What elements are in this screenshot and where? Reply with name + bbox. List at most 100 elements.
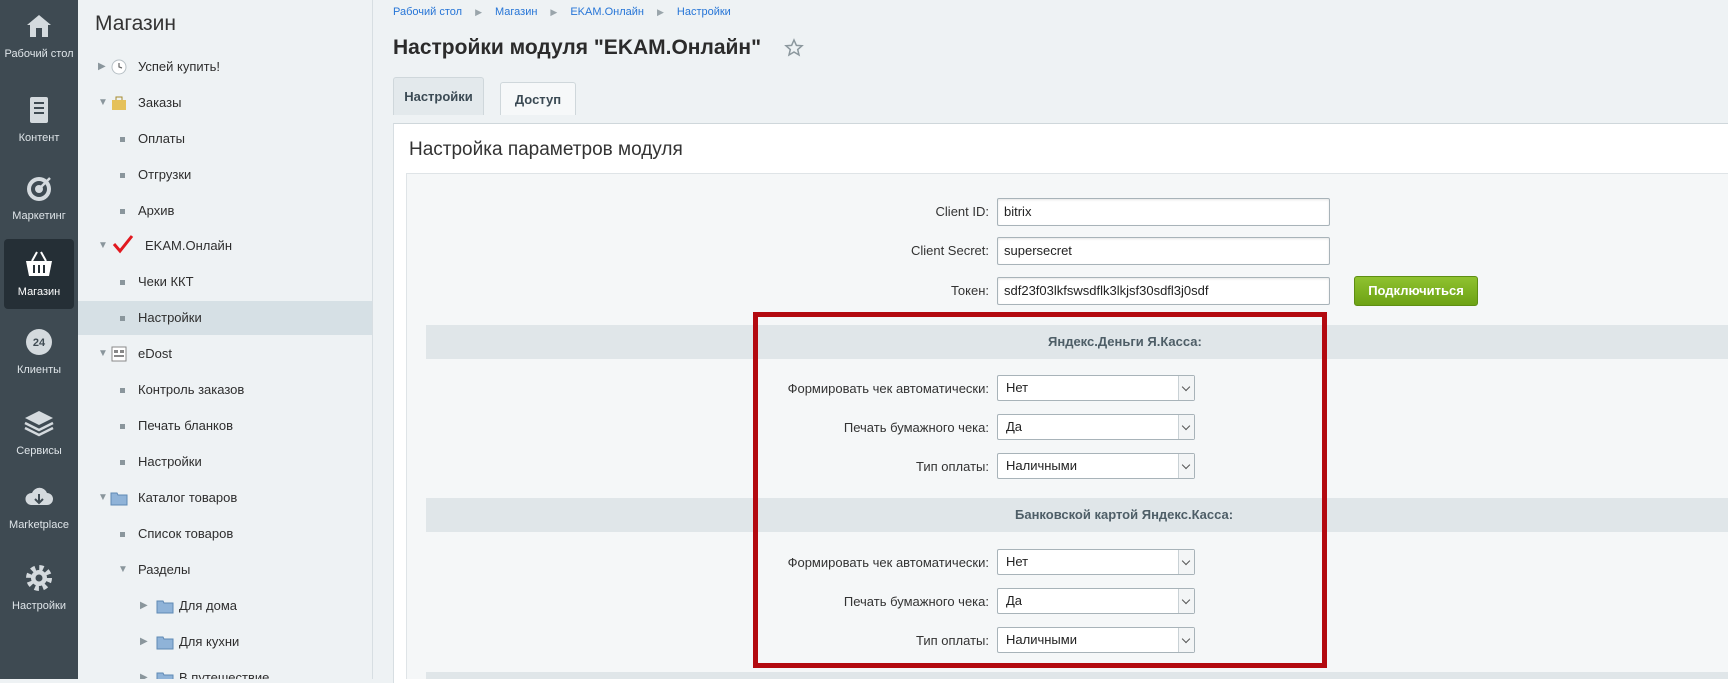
rail-label: Контент	[18, 132, 60, 144]
rail-label: Настройки	[12, 600, 66, 612]
connect-button[interactable]: Подключиться	[1354, 276, 1478, 306]
tree-item-label: Печать бланков	[138, 418, 234, 433]
shop-tree-sidebar: Магазин ▶ Успей купить! ▼ Заказы Оплаты …	[78, 0, 373, 679]
expand-arrow-icon[interactable]: ▶	[140, 589, 148, 623]
breadcrumb-separator-icon: ▶	[550, 7, 558, 17]
tree-item-for-home[interactable]: ▶ Для дома	[78, 589, 372, 623]
bullet-icon	[120, 532, 125, 537]
client-id-input[interactable]: bitrix	[997, 198, 1330, 226]
bullet-icon	[120, 173, 125, 178]
tree-item-label: Настройки	[138, 454, 202, 469]
token-input[interactable]: sdf23f03lkfswsdflk3lkjsf30sdfl3j0sdf	[997, 277, 1330, 305]
breadcrumb-link[interactable]: Рабочий стол	[393, 6, 462, 18]
rail-label: Маркетинг	[12, 210, 66, 222]
tree-title: Магазин	[95, 12, 177, 35]
breadcrumb-link[interactable]: EKAM.Онлайн	[570, 6, 644, 18]
tree-item-catalog[interactable]: ▼ Каталог товаров	[78, 481, 372, 515]
star-icon[interactable]	[784, 38, 804, 58]
bullet-icon	[120, 316, 125, 321]
tree-item-payments[interactable]: Оплаты	[78, 122, 372, 156]
bullet-icon	[120, 424, 125, 429]
tree-item-for-kitchen[interactable]: ▶ Для кухни	[78, 625, 372, 659]
clients-24-icon: 24	[26, 329, 52, 355]
tree-item-label: Успей купить!	[138, 59, 221, 74]
tree-item-label: Настройки	[138, 310, 202, 325]
collapse-arrow-icon[interactable]: ▼	[98, 481, 108, 515]
tree-item-product-list[interactable]: Список товаров	[78, 517, 372, 551]
rail-item-content[interactable]: Контент	[4, 94, 74, 145]
rail-label: Marketplace	[9, 519, 69, 531]
breadcrumb: Рабочий стол ▶ Магазин ▶ EKAM.Онлайн ▶ Настрой…	[393, 6, 731, 18]
breadcrumb-link[interactable]: Магазин	[495, 6, 537, 18]
target-icon	[27, 177, 51, 201]
tree-item-orders[interactable]: ▼ Заказы	[78, 86, 372, 120]
rail-label: Магазин	[17, 286, 61, 298]
svg-text:24: 24	[33, 337, 46, 349]
tree-item-order-control[interactable]: Контроль заказов	[78, 373, 372, 407]
bullet-icon	[120, 460, 125, 465]
tree-item-shipments[interactable]: Отгрузки	[78, 158, 372, 192]
rail-label: Клиенты	[16, 364, 62, 376]
tree-item-label: EKAM.Онлайн	[145, 238, 233, 253]
rail-item-clients[interactable]: 24 Клиенты	[4, 326, 74, 377]
rail-item-marketing[interactable]: Маркетинг	[4, 172, 74, 223]
expand-arrow-icon[interactable]: ▶	[98, 50, 106, 84]
tree-item-edost[interactable]: ▼ eDost	[78, 337, 372, 371]
tree-item-ekam-settings[interactable]: Настройки	[78, 301, 372, 335]
tree-item-kkt-receipts[interactable]: Чеки ККТ	[78, 265, 372, 299]
tree-item-label: Разделы	[138, 562, 191, 577]
tree-item-label: Архив	[138, 203, 175, 218]
gear-icon	[26, 565, 52, 591]
shopping-bag-icon	[112, 96, 126, 110]
client-secret-input[interactable]: supersecret	[997, 237, 1330, 265]
tree-item-label: Заказы	[138, 95, 182, 110]
rail-item-desktop[interactable]: Рабочий стол	[4, 10, 74, 61]
rail-item-marketplace[interactable]: Marketplace	[4, 481, 74, 532]
tree-item-label: Отгрузки	[138, 167, 192, 182]
tree-item-travel[interactable]: ▶ В путешествие	[78, 661, 372, 679]
tree-item-archive[interactable]: Архив	[78, 194, 372, 228]
bullet-icon	[120, 209, 125, 214]
checkmark-icon	[112, 235, 134, 254]
breadcrumb-separator-icon: ▶	[475, 7, 482, 17]
tree-item-sections[interactable]: ▼ Разделы	[78, 553, 372, 587]
breadcrumb-link[interactable]: Настройки	[677, 6, 731, 18]
rail-item-shop[interactable]: Магазин	[4, 239, 74, 309]
collapse-arrow-icon[interactable]: ▼	[118, 553, 128, 587]
page-title: Настройки модуля "EKAM.Онлайн"	[393, 36, 762, 59]
tree-item-label: Чеки ККТ	[138, 274, 194, 289]
tree-item-hurry-buy[interactable]: ▶ Успей купить!	[78, 50, 372, 84]
expand-arrow-icon[interactable]: ▶	[140, 625, 148, 659]
rail-label: Сервисы	[16, 445, 62, 457]
left-icon-rail: Рабочий стол Контент Маркетинг Магазин 2…	[0, 0, 78, 679]
tree-item-edost-settings[interactable]: Настройки	[78, 445, 372, 479]
section-header-next	[426, 672, 1728, 679]
token-label: Токен:	[950, 283, 989, 298]
tab-access[interactable]: Доступ	[500, 82, 576, 115]
collapse-arrow-icon[interactable]: ▼	[98, 229, 108, 263]
client-secret-label: Client Secret:	[910, 243, 989, 258]
expand-arrow-icon[interactable]: ▶	[140, 661, 148, 679]
tree-item-label: Оплаты	[138, 131, 185, 146]
clock-icon	[111, 59, 127, 75]
layers-icon	[24, 411, 54, 437]
basket-icon	[26, 251, 52, 276]
bullet-icon	[120, 280, 125, 285]
tab-settings[interactable]: Настройки	[393, 77, 484, 115]
rail-item-services[interactable]: Сервисы	[4, 407, 74, 458]
rail-item-settings[interactable]: Настройки	[4, 562, 74, 613]
edost-icon	[111, 346, 127, 362]
folder-icon	[156, 636, 174, 650]
document-icon	[30, 97, 48, 123]
tree-item-label: Список товаров	[138, 526, 234, 541]
collapse-arrow-icon[interactable]: ▼	[98, 337, 108, 371]
tree-item-label: В путешествие	[179, 670, 270, 679]
cloud-download-icon	[25, 487, 53, 505]
tree-item-print-forms[interactable]: Печать бланков	[78, 409, 372, 443]
tree-item-ekam-online[interactable]: ▼ EKAM.Онлайн	[78, 229, 372, 263]
folder-icon	[156, 600, 174, 614]
folder-icon	[156, 672, 174, 679]
rail-label: Рабочий стол	[4, 48, 74, 60]
collapse-arrow-icon[interactable]: ▼	[98, 86, 108, 120]
home-icon	[27, 15, 51, 37]
